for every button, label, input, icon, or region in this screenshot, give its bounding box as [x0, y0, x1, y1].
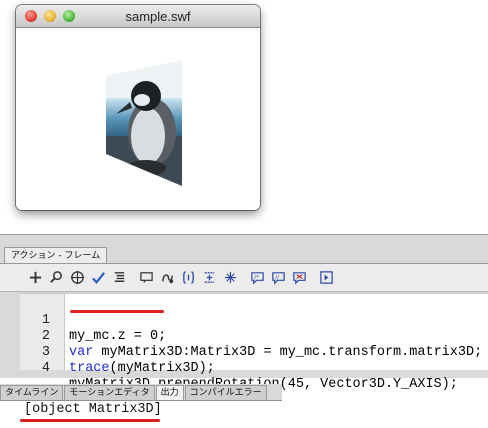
- apply-block-comment-icon[interactable]: /*: [248, 268, 267, 287]
- swf-window: sample.swf: [16, 5, 260, 210]
- expand-all-icon[interactable]: [221, 268, 240, 287]
- tab-compiler-errors[interactable]: コンパイルエラー: [184, 385, 267, 400]
- collapse-selection-icon[interactable]: [200, 268, 219, 287]
- line-number: 4: [41, 361, 50, 376]
- check-syntax-icon[interactable]: [89, 268, 108, 287]
- actions-frame-tab[interactable]: アクション - フレーム: [4, 247, 108, 264]
- code-line[interactable]: 2 var myMatrix3D:Matrix3D = my_mc.transf…: [20, 313, 482, 360]
- collapse-between-braces-icon[interactable]: [179, 268, 198, 287]
- keyword-trace: trace: [69, 361, 110, 376]
- code-rest: myMatrix3D:Matrix3D = my_mc.transform.ma…: [93, 345, 483, 360]
- show-hide-toolbox-icon[interactable]: [317, 268, 336, 287]
- code-line[interactable]: 1 my_mc.z = 0;: [20, 297, 166, 344]
- tab-motion-editor[interactable]: モーションエディタ: [64, 385, 155, 400]
- code-text: my_mc.z = 0;: [69, 329, 167, 344]
- find-icon[interactable]: [47, 268, 66, 287]
- keyword-var: var: [69, 345, 94, 360]
- svg-text:/*: /*: [254, 275, 259, 281]
- tab-timeline[interactable]: タイムライン: [0, 385, 64, 400]
- output-highlight-underline: [20, 419, 160, 422]
- swf-stage: [16, 28, 260, 210]
- auto-format-icon[interactable]: [110, 268, 129, 287]
- actions-panel: アクション - フレーム /* // 1 my_mc.z = 0; 2 var …: [0, 234, 488, 392]
- actions-toolbar: /* //: [0, 264, 488, 292]
- code-rest: (myMatrix3D);: [109, 361, 215, 376]
- output-text: [object Matrix3D]: [24, 402, 162, 417]
- rotated-penguin-movieclip: [106, 60, 182, 186]
- code-line[interactable]: 4 myMatrix3D.prependRotation(45, Vector3…: [20, 345, 458, 392]
- svg-text://: //: [275, 275, 279, 281]
- code-text: var myMatrix3D:Matrix3D = my_mc.transfor…: [69, 345, 482, 361]
- tab-output[interactable]: 出力: [155, 385, 184, 400]
- add-action-icon[interactable]: [26, 268, 45, 287]
- output-panel[interactable]: [object Matrix3D]: [0, 401, 488, 428]
- script-editor[interactable]: 1 my_mc.z = 0; 2 var myMatrix3D:Matrix3D…: [20, 293, 488, 392]
- code-text: trace(myMatrix3D);: [69, 361, 215, 377]
- remove-comment-icon[interactable]: [290, 268, 309, 287]
- code-hint-icon[interactable]: [137, 268, 156, 287]
- code-line[interactable]: 3 trace(myMatrix3D);: [20, 329, 215, 376]
- apply-line-comment-icon[interactable]: //: [269, 268, 288, 287]
- highlight-underline: [70, 310, 164, 313]
- bottom-tab-bar: タイムライン モーションエディタ 出力 コンパイルエラー: [0, 384, 282, 401]
- window-titlebar[interactable]: sample.swf: [16, 5, 260, 28]
- target-icon[interactable]: [68, 268, 87, 287]
- debug-options-icon[interactable]: [158, 268, 177, 287]
- window-title: sample.swf: [125, 9, 191, 24]
